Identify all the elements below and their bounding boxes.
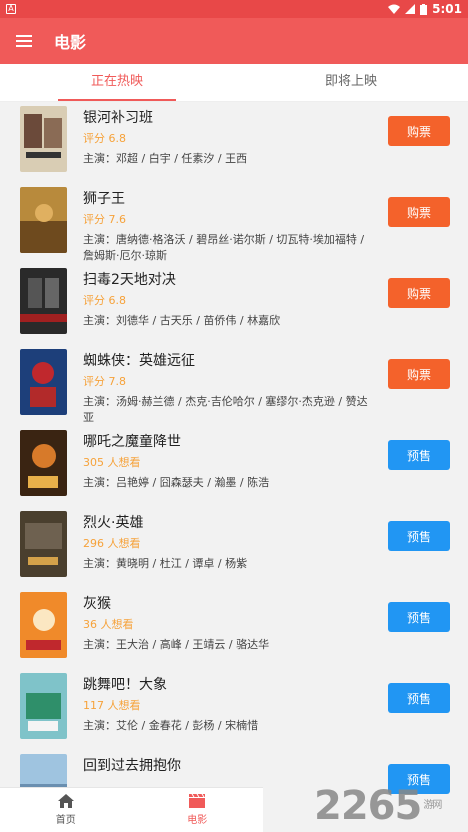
movie-item-2[interactable]: 扫毒2天地对决 评分 6.8 主演：刘德华 / 古天乐 / 苗侨伟 / 林嘉欣 … bbox=[0, 264, 468, 345]
movie-meta: 36 人想看 bbox=[83, 618, 134, 631]
movie-item-0[interactable]: 银河补习班 评分 6.8 主演：邓超 / 白宇 / 任素汐 / 王西 购票 bbox=[0, 102, 468, 183]
status-right: 5:01 bbox=[388, 2, 462, 16]
movie-cast: 主演：王大治 / 高峰 / 王靖云 / 骆达华 bbox=[83, 638, 270, 651]
movie-meta: 117 人想看 bbox=[83, 699, 141, 712]
battery-icon bbox=[420, 3, 428, 15]
movie-clapper-icon bbox=[189, 794, 206, 808]
poster-image bbox=[20, 592, 67, 658]
presale-button[interactable]: 预售 bbox=[388, 440, 450, 470]
buy-ticket-button[interactable]: 购票 bbox=[388, 278, 450, 308]
tab-now-showing[interactable]: 正在热映 bbox=[0, 64, 234, 101]
movie-item-7[interactable]: 跳舞吧！大象 117 人想看 主演：艾伦 / 金春花 / 彭杨 / 宋楠惜 预售 bbox=[0, 669, 468, 750]
watermark-side-text: 游网 bbox=[423, 800, 442, 811]
movie-cast: 主演：汤姆·赫兰德 / 杰克·吉伦哈尔 / 塞缪尔·杰克逊 / 赞达亚 bbox=[83, 395, 368, 424]
movie-meta: 296 人想看 bbox=[83, 537, 141, 550]
home-icon bbox=[57, 794, 74, 808]
movie-cast: 主演：黄晓明 / 杜江 / 谭卓 / 杨紫 bbox=[83, 557, 248, 570]
movie-title: 回到过去拥抱你 bbox=[83, 758, 181, 774]
bottom-nav: 首页 电影 bbox=[0, 787, 263, 832]
movie-item-3[interactable]: 蜘蛛侠：英雄远征 评分 7.8 主演：汤姆·赫兰德 / 杰克·吉伦哈尔 / 塞缪… bbox=[0, 345, 468, 426]
status-bar: A 5:01 bbox=[0, 0, 468, 18]
movie-title: 狮子王 bbox=[83, 191, 125, 207]
tab-coming-soon[interactable]: 即将上映 bbox=[234, 64, 468, 101]
tab-bar: 正在热映 即将上映 bbox=[0, 64, 468, 102]
movie-item-6[interactable]: 灰猴 36 人想看 主演：王大治 / 高峰 / 王靖云 / 骆达华 预售 bbox=[0, 588, 468, 669]
movie-cast: 主演：艾伦 / 金春花 / 彭杨 / 宋楠惜 bbox=[83, 719, 259, 732]
movie-title: 哪吒之魔童降世 bbox=[83, 434, 181, 450]
movie-title: 跳舞吧！大象 bbox=[83, 677, 167, 693]
movie-meta: 评分 6.8 bbox=[83, 294, 126, 307]
notification-a-icon: A bbox=[6, 4, 16, 14]
movie-cast: 主演：刘德华 / 古天乐 / 苗侨伟 / 林嘉欣 bbox=[83, 314, 281, 327]
nav-movie-label: 电影 bbox=[187, 815, 208, 826]
movie-meta: 评分 6.8 bbox=[83, 132, 126, 145]
presale-button[interactable]: 预售 bbox=[388, 521, 450, 551]
movie-cast: 主演：邓超 / 白宇 / 任素汐 / 王西 bbox=[83, 152, 248, 165]
presale-button[interactable]: 预售 bbox=[388, 602, 450, 632]
movie-meta: 评分 7.8 bbox=[83, 375, 126, 388]
movie-title: 灰猴 bbox=[83, 596, 111, 612]
watermark-text: 2265 bbox=[314, 783, 422, 829]
buy-ticket-button[interactable]: 购票 bbox=[388, 359, 450, 389]
app-bar: 电影 bbox=[0, 18, 468, 64]
menu-icon[interactable] bbox=[16, 35, 32, 47]
movie-item-4[interactable]: 哪吒之魔童降世 305 人想看 主演：吕艳婷 / 囧森瑟夫 / 瀚墨 / 陈浩 … bbox=[0, 426, 468, 507]
signal-icon bbox=[405, 4, 416, 14]
poster-image bbox=[20, 511, 67, 577]
movie-meta: 305 人想看 bbox=[83, 456, 141, 469]
movie-title: 蜘蛛侠：英雄远征 bbox=[83, 353, 195, 369]
movie-meta: 评分 7.6 bbox=[83, 213, 126, 226]
movie-title: 银河补习班 bbox=[83, 110, 153, 126]
movie-cast: 主演：吕艳婷 / 囧森瑟夫 / 瀚墨 / 陈浩 bbox=[83, 476, 270, 489]
poster-image bbox=[20, 430, 67, 496]
status-time: 5:01 bbox=[432, 2, 462, 16]
poster-image bbox=[20, 187, 67, 253]
nav-home-label: 首页 bbox=[55, 815, 76, 826]
movie-title: 扫毒2天地对决 bbox=[83, 272, 176, 288]
movie-item-1[interactable]: 狮子王 评分 7.6 主演：唐纳德·格洛沃 / 碧昂丝·诺尔斯 / 切瓦特·埃加… bbox=[0, 183, 468, 264]
watermark-logo: 2265 游网 bbox=[314, 783, 464, 829]
presale-button[interactable]: 预售 bbox=[388, 683, 450, 713]
movie-title: 烈火·英雄 bbox=[83, 515, 144, 531]
poster-image bbox=[20, 106, 67, 172]
movie-list[interactable]: 银河补习班 评分 6.8 主演：邓超 / 白宇 / 任素汐 / 王西 购票 狮子… bbox=[0, 102, 468, 832]
poster-image bbox=[20, 268, 67, 334]
buy-ticket-button[interactable]: 购票 bbox=[388, 116, 450, 146]
nav-movie[interactable]: 电影 bbox=[132, 788, 264, 832]
movie-item-5[interactable]: 烈火·英雄 296 人想看 主演：黄晓明 / 杜江 / 谭卓 / 杨紫 预售 bbox=[0, 507, 468, 588]
page-title: 电影 bbox=[54, 33, 87, 52]
movie-cast: 主演：唐纳德·格洛沃 / 碧昂丝·诺尔斯 / 切瓦特·埃加福特 / 詹姆斯·厄尔… bbox=[83, 233, 365, 262]
buy-ticket-button[interactable]: 购票 bbox=[388, 197, 450, 227]
wifi-icon bbox=[388, 4, 401, 14]
poster-image bbox=[20, 673, 67, 739]
poster-image bbox=[20, 349, 67, 415]
nav-home[interactable]: 首页 bbox=[0, 788, 132, 832]
